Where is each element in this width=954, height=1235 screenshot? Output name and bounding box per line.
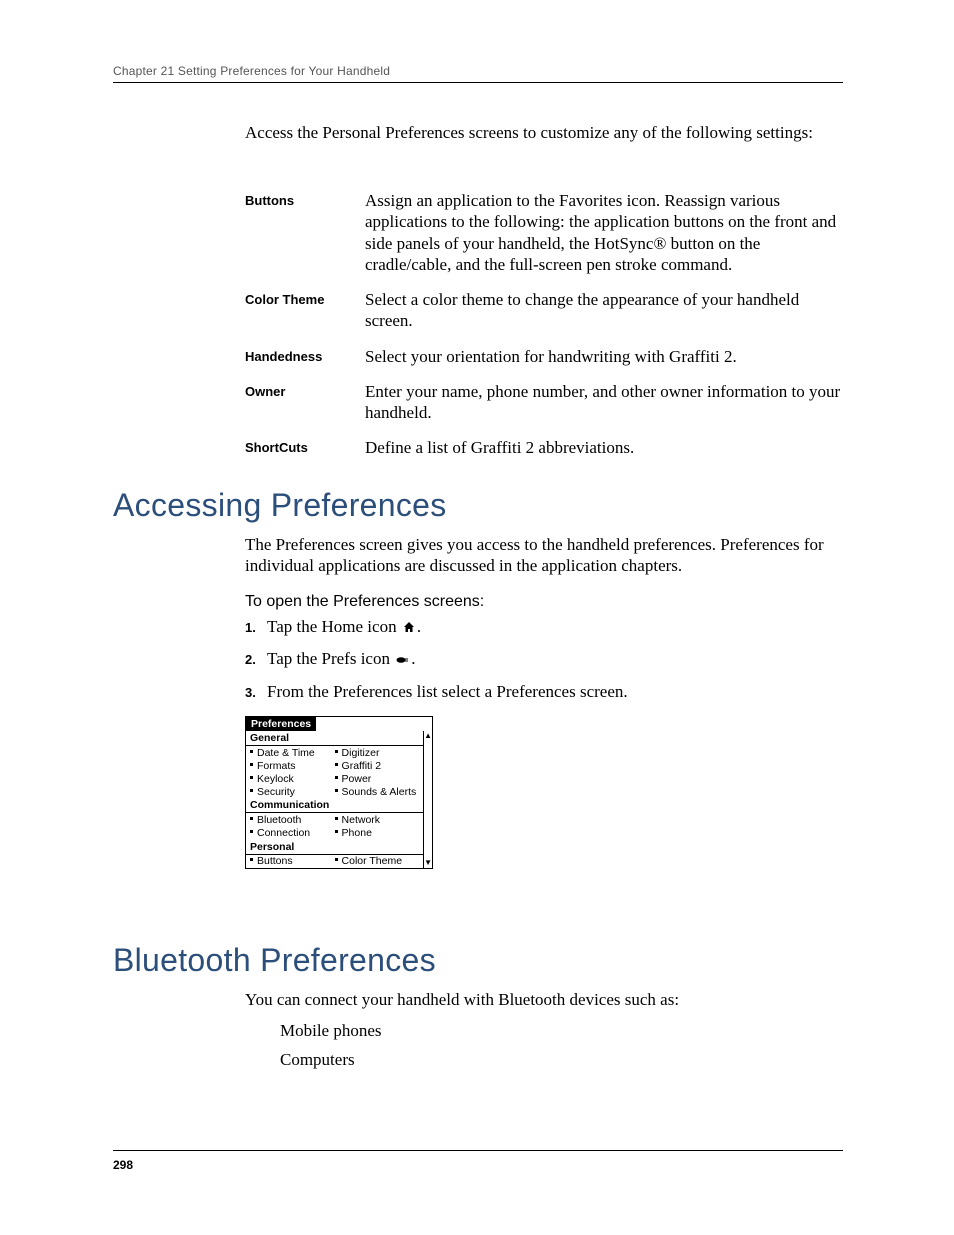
prefs-item: Phone: [335, 827, 420, 840]
prefs-item: Buttons: [250, 855, 335, 868]
scroll-up-icon: ▲: [424, 732, 432, 740]
prefs-item: Connection: [250, 827, 335, 840]
scrollbar: ▲ ▼: [423, 731, 432, 868]
step-text: Tap the Home icon .: [267, 616, 845, 638]
footer-rule: [113, 1150, 843, 1151]
bluetooth-list: Mobile phones Computers: [280, 1020, 382, 1079]
prefs-item: Graffiti 2: [335, 759, 420, 772]
definition-row: ShortCuts Define a list of Graffiti 2 ab…: [245, 437, 845, 458]
prefs-item: Security: [250, 785, 335, 798]
definition-row: Buttons Assign an application to the Fav…: [245, 190, 845, 275]
definition-text: Select a color theme to change the appea…: [365, 289, 845, 332]
definition-label: Owner: [245, 381, 365, 400]
definition-text: Assign an application to the Favorites i…: [365, 190, 845, 275]
definition-row: Owner Enter your name, phone number, and…: [245, 381, 845, 424]
prefs-item: Digitizer: [335, 746, 420, 759]
step-number: 3.: [245, 685, 267, 701]
steps-list: 1. Tap the Home icon . 2. Tap the Prefs …: [245, 616, 845, 712]
prefs-item: Bluetooth: [250, 813, 335, 826]
bluetooth-intro: You can connect your handheld with Bluet…: [245, 989, 845, 1010]
list-item: Mobile phones: [280, 1020, 382, 1041]
definitions-list: Buttons Assign an application to the Fav…: [245, 190, 845, 459]
definition-text: Select your orientation for handwriting …: [365, 346, 845, 367]
step-item: 1. Tap the Home icon .: [245, 616, 845, 638]
prefs-item: Network: [335, 813, 420, 826]
prefs-item: Date & Time: [250, 746, 335, 759]
header-rule: [113, 82, 843, 83]
definition-label: Buttons: [245, 190, 365, 209]
definition-text: Define a list of Graffiti 2 abbreviation…: [365, 437, 845, 458]
prefs-item: Keylock: [250, 772, 335, 785]
definition-text: Enter your name, phone number, and other…: [365, 381, 845, 424]
definition-label: Handedness: [245, 346, 365, 365]
prefs-icon: [396, 649, 409, 670]
definition-label: Color Theme: [245, 289, 365, 308]
prefs-group-heading: Communication: [246, 798, 423, 813]
prefs-item: Power: [335, 772, 420, 785]
home-icon: [403, 617, 415, 638]
scroll-down-icon: ▼: [424, 859, 432, 867]
prefs-item: Sounds & Alerts: [335, 785, 420, 798]
preferences-panel: Preferences General Date & TimeDigitizer…: [245, 716, 433, 869]
intro-text: Access the Personal Preferences screens …: [245, 122, 845, 143]
accessing-intro: The Preferences screen gives you access …: [245, 534, 845, 577]
list-item: Computers: [280, 1049, 382, 1070]
step-item: 2. Tap the Prefs icon .: [245, 648, 845, 670]
prefs-item: Color Theme: [335, 855, 420, 868]
definition-row: Color Theme Select a color theme to chan…: [245, 289, 845, 332]
definition-label: ShortCuts: [245, 437, 365, 456]
definition-row: Handedness Select your orientation for h…: [245, 346, 845, 367]
step-item: 3. From the Preferences list select a Pr…: [245, 681, 845, 702]
prefs-group-heading: General: [246, 731, 423, 746]
prefs-group-heading: Personal: [246, 840, 423, 855]
preferences-tab: Preferences: [246, 717, 316, 731]
step-number: 1.: [245, 620, 267, 636]
section-heading-accessing: Accessing Preferences: [113, 485, 447, 525]
running-head: Chapter 21 Setting Preferences for Your …: [113, 64, 390, 79]
step-text: From the Preferences list select a Prefe…: [267, 681, 845, 702]
page-number: 298: [113, 1158, 133, 1173]
section-heading-bluetooth: Bluetooth Preferences: [113, 940, 436, 980]
prefs-item: Formats: [250, 759, 335, 772]
steps-heading: To open the Preferences screens:: [245, 592, 484, 612]
step-text: Tap the Prefs icon .: [267, 648, 845, 670]
step-number: 2.: [245, 652, 267, 668]
